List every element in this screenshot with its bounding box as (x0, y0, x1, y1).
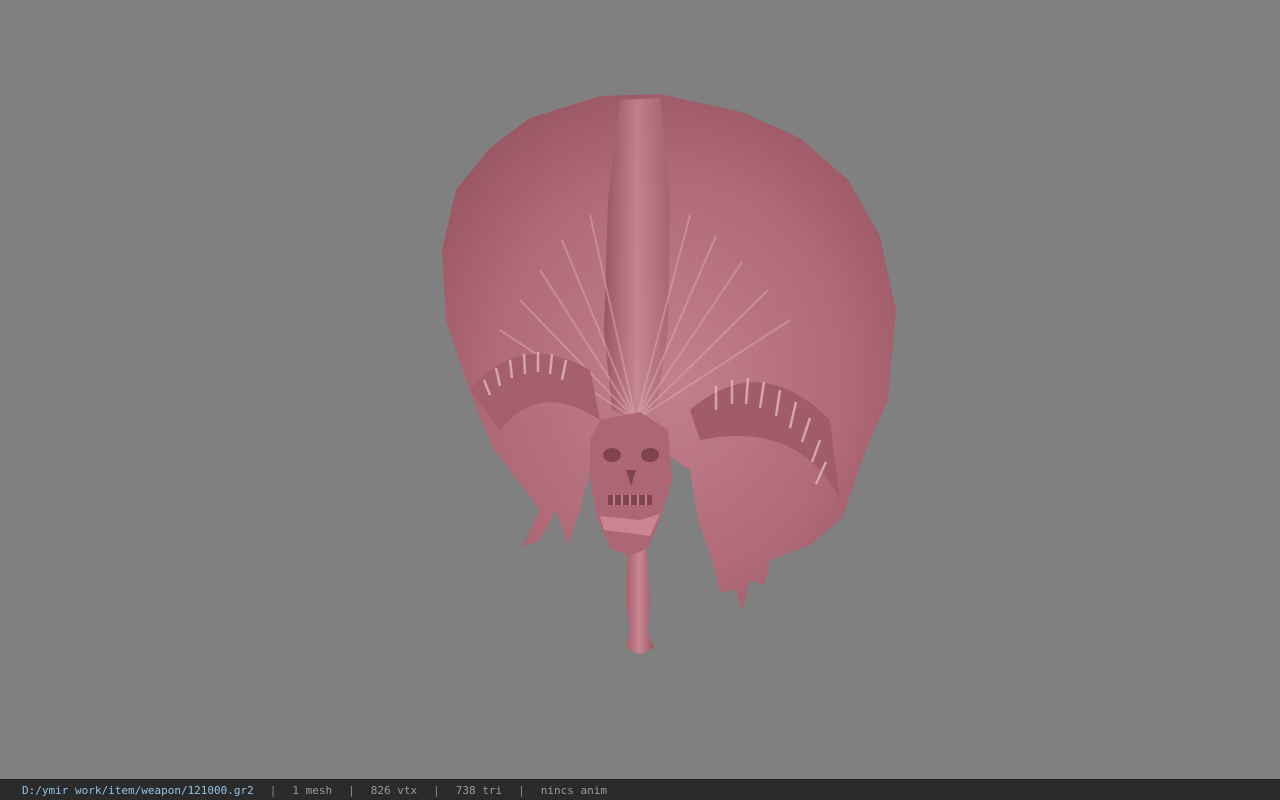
status-separator: | (348, 783, 355, 797)
status-mesh-count: 1 mesh (292, 783, 333, 797)
weapon-model-render (442, 94, 896, 654)
status-triangle-count: 738 tri (455, 783, 503, 797)
status-anim: nincs anim (540, 783, 607, 797)
model-fan-blade (442, 94, 896, 612)
status-file-path: D:/ymir work/item/weapon/121000.gr2 (22, 783, 254, 797)
model-handle (626, 540, 654, 654)
status-separator: | (433, 783, 440, 797)
3d-viewport[interactable] (0, 0, 1280, 779)
status-separator: | (518, 783, 525, 797)
status-vertex-count: 826 vtx (370, 783, 418, 797)
status-bar: D:/ymir work/item/weapon/121000.gr2 | 1 … (0, 779, 1280, 800)
status-separator: | (269, 783, 277, 797)
